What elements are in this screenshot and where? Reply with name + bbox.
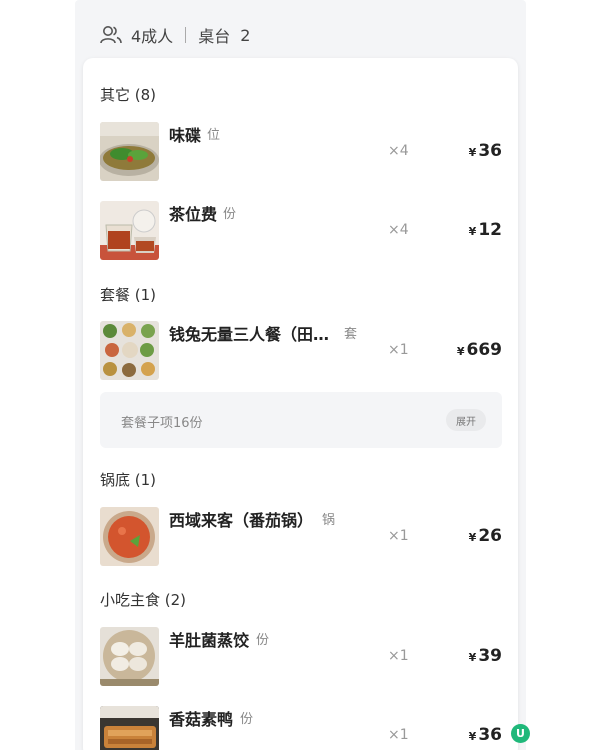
- item-unit: 份: [240, 712, 254, 727]
- section-title-soup-base: 锅底 (1): [100, 471, 157, 489]
- currency-symbol: ¥: [468, 225, 477, 238]
- section-title-snacks: 小吃主食 (2): [100, 591, 187, 609]
- item-quantity: ×1: [388, 727, 409, 743]
- item-price: ¥12: [469, 220, 502, 240]
- item-unit: 锅: [322, 513, 336, 528]
- currency-symbol: ¥: [468, 531, 477, 544]
- price-value: 669: [466, 340, 503, 360]
- item-name: 香菇素鸭: [169, 710, 234, 729]
- item-unit: 套: [344, 327, 358, 342]
- currency-symbol: ¥: [468, 651, 477, 664]
- item-quantity: ×4: [388, 143, 409, 159]
- item-name: 味碟: [169, 126, 202, 145]
- price-value: 36: [478, 141, 502, 161]
- list-item[interactable]: 香菇素鸭 份 ×1 ¥36: [100, 706, 502, 750]
- price-value: 26: [478, 526, 502, 546]
- item-name: 西域来客（番茄锅）: [169, 511, 314, 530]
- order-panel: 4成人 桌台 2 其它 (8) 味碟 位 ×4 ¥36 茶位费 份 ×4 ¥ 1…: [75, 0, 526, 750]
- item-unit: 份: [223, 207, 237, 222]
- table-number: 2: [240, 25, 251, 45]
- dish-thumbnail: [100, 201, 159, 260]
- item-name: 茶位费: [169, 205, 218, 224]
- dish-thumbnail: [100, 122, 159, 181]
- dish-thumbnail: [100, 507, 159, 566]
- item-quantity: ×1: [388, 528, 409, 544]
- price-value: 36: [478, 725, 502, 745]
- item-price: ¥36: [469, 141, 502, 161]
- list-item[interactable]: 茶位费 份 ×4 ¥12: [100, 201, 502, 261]
- list-item[interactable]: 羊肚菌蒸饺 份 ×1 ¥39: [100, 627, 502, 687]
- item-unit: 份: [256, 633, 270, 648]
- price-value: 39: [478, 646, 502, 666]
- price-value: 12: [478, 220, 502, 240]
- list-item[interactable]: 味碟 位 ×4 ¥36: [100, 122, 502, 182]
- dish-thumbnail: [100, 706, 159, 750]
- dish-thumbnail: [100, 627, 159, 686]
- header-divider: [185, 27, 187, 43]
- set-meal-subitems: 套餐子项16份 展开: [100, 392, 502, 448]
- item-unit: 位: [207, 128, 221, 143]
- section-title-set-meal: 套餐 (1): [100, 286, 157, 304]
- item-price: ¥39: [469, 646, 502, 666]
- people-icon: [99, 25, 123, 45]
- list-item[interactable]: 钱兔无量三人餐（田… 套 ×1 ¥669: [100, 321, 502, 381]
- guest-count: 4成人: [131, 27, 174, 46]
- list-item[interactable]: 西域来客（番茄锅） 锅 ×1 ¥26: [100, 507, 502, 567]
- item-price: ¥669: [457, 340, 502, 360]
- table-label: 桌台: [198, 27, 231, 46]
- item-price: ¥36: [469, 725, 502, 745]
- expand-button[interactable]: 展开: [446, 409, 486, 431]
- subitems-label: 套餐子项16份: [121, 416, 203, 431]
- section-title-other: 其它 (8): [100, 86, 157, 104]
- item-quantity: ×1: [388, 648, 409, 664]
- item-name: 钱兔无量三人餐（田…: [169, 325, 330, 344]
- order-card: 其它 (8) 味碟 位 ×4 ¥36 茶位费 份 ×4 ¥ 12 套餐 (1) …: [83, 58, 518, 750]
- currency-symbol: ¥: [468, 730, 477, 743]
- item-quantity: ×4: [388, 222, 409, 238]
- item-price: ¥26: [469, 526, 502, 546]
- currency-symbol: ¥: [468, 146, 477, 159]
- dish-thumbnail: [100, 321, 159, 380]
- order-header: 4成人 桌台 2: [99, 22, 250, 48]
- item-quantity: ×1: [388, 342, 409, 358]
- item-name: 羊肚菌蒸饺: [169, 631, 250, 650]
- floating-app-badge[interactable]: U: [511, 724, 530, 743]
- currency-symbol: ¥: [456, 345, 465, 358]
